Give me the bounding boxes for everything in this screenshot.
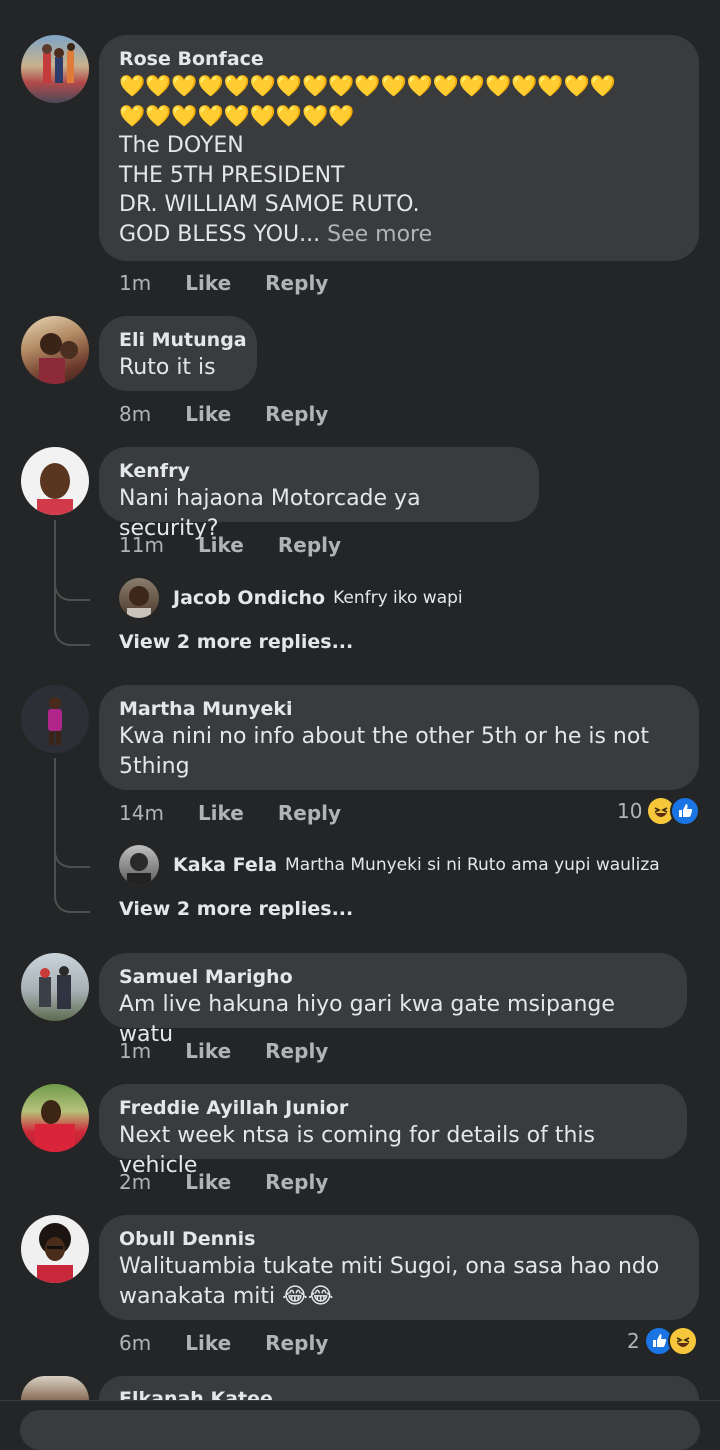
thread-line xyxy=(54,520,56,626)
avatar[interactable] xyxy=(21,685,89,753)
like-button[interactable]: Like xyxy=(185,1039,231,1063)
reply-text: Kenfry iko wapi xyxy=(333,588,463,608)
reply-button[interactable]: Reply xyxy=(265,1170,328,1194)
avatar[interactable] xyxy=(21,35,89,103)
like-button[interactable]: Like xyxy=(198,801,244,825)
yellow-heart-icons: 💛💛💛💛💛💛💛💛💛💛💛💛💛💛💛💛💛💛💛 xyxy=(119,74,616,98)
reaction-summary[interactable]: 10 xyxy=(617,796,701,826)
reply-preview[interactable]: Kaka Fela Martha Munyeki si ni Ruto ama … xyxy=(119,845,660,885)
comment-text: Ruto it is xyxy=(119,355,216,380)
comment-author[interactable]: Eli Mutunga xyxy=(119,327,247,353)
comment-author[interactable]: Martha Munyeki xyxy=(119,696,679,722)
comment-bubble[interactable]: Elkanah Katee xyxy=(99,1376,699,1400)
reply-author[interactable]: Kaka Fela xyxy=(173,854,277,876)
like-button[interactable]: Like xyxy=(185,1170,231,1194)
comment-text: The DOYEN THE 5TH PRESIDENT DR. WILLIAM … xyxy=(119,131,679,249)
thread-line xyxy=(54,758,56,894)
avatar[interactable] xyxy=(21,1215,89,1283)
comment-author[interactable]: Freddie Ayillah Junior xyxy=(119,1095,667,1121)
comment-bubble[interactable]: Obull Dennis Walituambia tukate miti Sug… xyxy=(99,1215,699,1320)
reply-preview[interactable]: Jacob Ondicho Kenfry iko wapi xyxy=(119,578,463,618)
reply-button[interactable]: Reply xyxy=(265,402,328,426)
comment-text: Kwa nini no info about the other 5th or … xyxy=(119,724,649,779)
reaction-count: 2 xyxy=(627,1329,640,1353)
like-button[interactable]: Like xyxy=(185,1331,231,1355)
avatar[interactable] xyxy=(119,845,159,885)
comment-timestamp[interactable]: 6m xyxy=(119,1331,151,1355)
comment-actions: 8m Like Reply xyxy=(119,399,362,429)
comment-timestamp[interactable]: 2m xyxy=(119,1170,151,1194)
comment-timestamp[interactable]: 14m xyxy=(119,801,164,825)
avatar[interactable] xyxy=(21,1084,89,1152)
reaction-count: 10 xyxy=(617,799,643,823)
yellow-heart-icons: 💛💛💛💛💛💛💛💛💛 xyxy=(119,103,355,128)
comment-timestamp[interactable]: 1m xyxy=(119,271,151,295)
comment-text: Walituambia tukate miti Sugoi, ona sasa … xyxy=(119,1254,660,1309)
comment-author[interactable]: Samuel Marigho xyxy=(119,964,667,990)
thread-connector xyxy=(54,626,90,646)
comment-timestamp[interactable]: 1m xyxy=(119,1039,151,1063)
reply-text: Martha Munyeki si ni Ruto ama yupi wauli… xyxy=(285,855,660,875)
avatar[interactable] xyxy=(21,953,89,1021)
avatar[interactable] xyxy=(119,578,159,618)
thread-connector xyxy=(54,893,90,913)
comment-actions: 11m Like Reply xyxy=(119,530,375,560)
thread-connector xyxy=(54,581,90,601)
avatar[interactable] xyxy=(21,1376,89,1400)
comment-actions: 14m Like Reply xyxy=(119,798,375,828)
comment-bubble[interactable]: Rose Bonface 💛💛💛💛💛💛💛💛💛💛💛💛💛💛💛💛💛💛💛 💛💛💛💛💛💛💛… xyxy=(99,35,699,261)
like-button[interactable]: Like xyxy=(185,402,231,426)
comment-timestamp[interactable]: 11m xyxy=(119,533,164,557)
laughing-face-icon xyxy=(667,1326,698,1356)
comment-bubble[interactable]: Martha Munyeki Kwa nini no info about th… xyxy=(99,685,699,790)
view-more-replies-link[interactable]: View 2 more replies... xyxy=(119,631,353,653)
comment-actions: 2m Like Reply xyxy=(119,1167,362,1197)
comment-actions: 6m Like Reply xyxy=(119,1328,362,1358)
comment-actions: 1m Like Reply xyxy=(119,268,362,298)
comment-input[interactable] xyxy=(20,1410,700,1450)
like-button[interactable]: Like xyxy=(185,271,231,295)
thread-connector xyxy=(54,848,90,868)
comment-bubble[interactable]: Eli Mutunga Ruto it is xyxy=(99,316,257,391)
comment-bubble[interactable]: Kenfry Nani hajaona Motorcade ya securit… xyxy=(99,447,539,541)
avatar[interactable] xyxy=(21,316,89,384)
comment-author[interactable]: Elkanah Katee xyxy=(119,1386,679,1400)
comment-author[interactable]: Obull Dennis xyxy=(119,1226,679,1252)
comment-actions: 1m Like Reply xyxy=(119,1036,362,1066)
see-more-link[interactable]: See more xyxy=(327,222,432,247)
comment-bubble[interactable]: Freddie Ayillah Junior Next week ntsa is… xyxy=(99,1084,687,1178)
comment-author[interactable]: Rose Bonface xyxy=(119,46,679,72)
avatar[interactable] xyxy=(21,447,89,515)
comment-bubble[interactable]: Samuel Marigho Am live hakuna hiyo gari … xyxy=(99,953,687,1047)
reaction-summary[interactable]: 2 xyxy=(627,1326,698,1356)
comment-timestamp[interactable]: 8m xyxy=(119,402,151,426)
reply-button[interactable]: Reply xyxy=(265,271,328,295)
reply-button[interactable]: Reply xyxy=(278,801,341,825)
comment-author[interactable]: Kenfry xyxy=(119,458,519,484)
reply-button[interactable]: Reply xyxy=(265,1039,328,1063)
reply-author[interactable]: Jacob Ondicho xyxy=(173,587,325,609)
reply-button[interactable]: Reply xyxy=(278,533,341,557)
like-button[interactable]: Like xyxy=(198,533,244,557)
view-more-replies-link[interactable]: View 2 more replies... xyxy=(119,898,353,920)
thumbs-up-icon xyxy=(670,796,701,826)
reply-button[interactable]: Reply xyxy=(265,1331,328,1355)
